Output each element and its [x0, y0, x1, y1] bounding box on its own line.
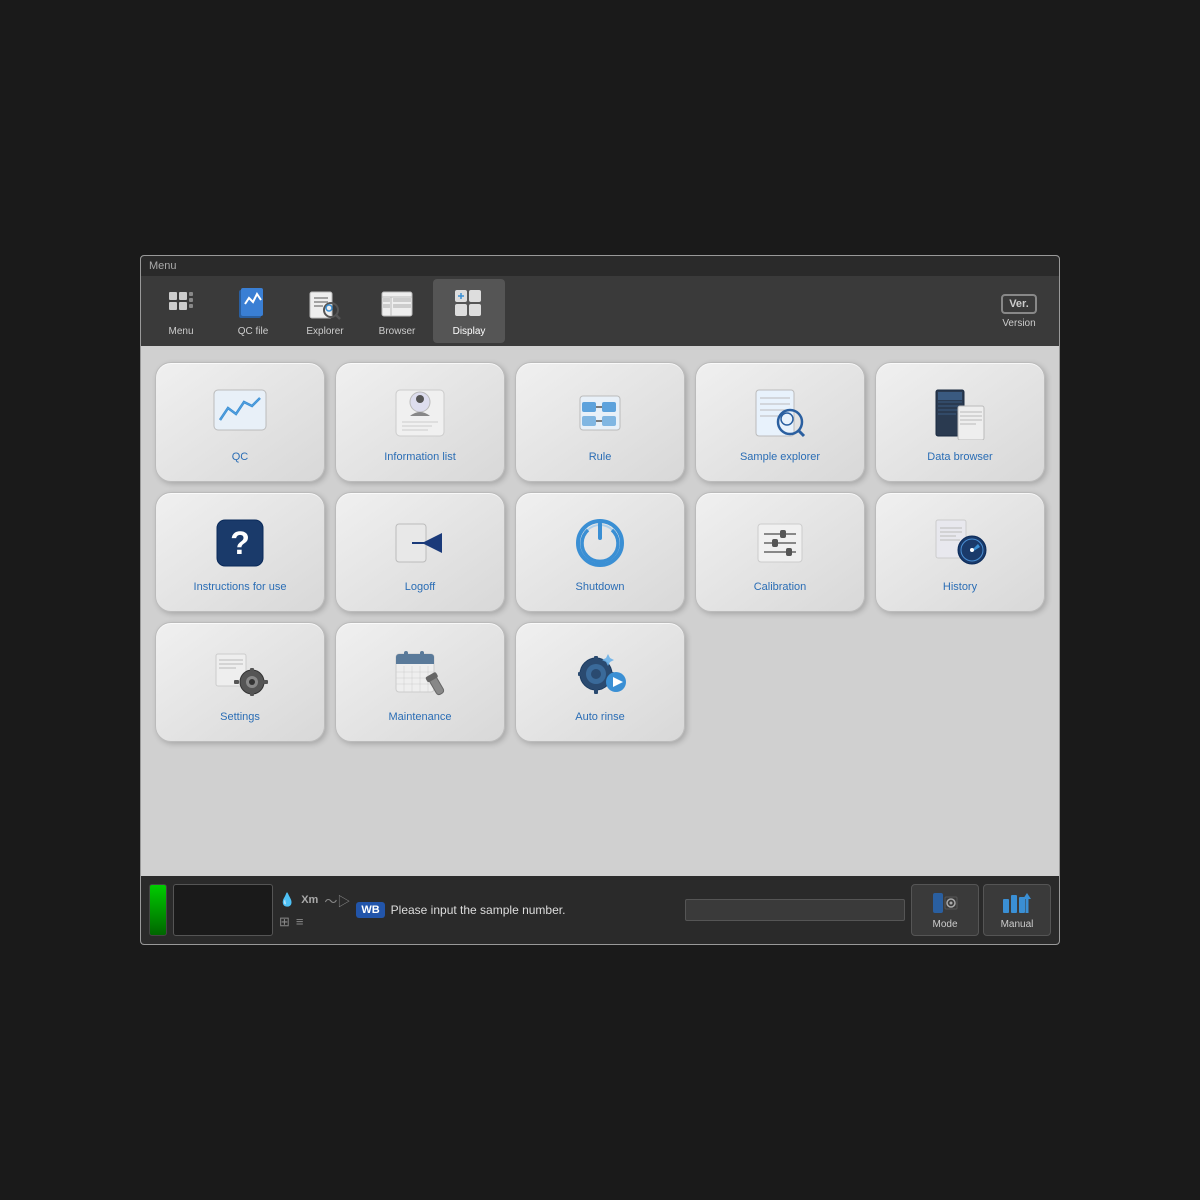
- status-icons: 💧 Xm 〜▷ ⊞ ≡: [279, 884, 350, 936]
- menu-toolbar-icon: [163, 286, 199, 322]
- sample-explorer-label: Sample explorer: [740, 451, 820, 463]
- main-content: QC Information list: [141, 346, 1059, 876]
- history-label: History: [943, 581, 977, 593]
- menu-item-history[interactable]: History: [875, 492, 1045, 612]
- menu-grid: QC Information list: [155, 362, 1045, 742]
- status-icon-row-bottom: ⊞ ≡: [279, 914, 350, 930]
- menu-item-auto-rinse[interactable]: Auto rinse: [515, 622, 685, 742]
- sample-explorer-icon: [750, 383, 810, 443]
- menu-item-information-list[interactable]: Information list: [335, 362, 505, 482]
- toolbar-item-display[interactable]: Display: [433, 279, 505, 343]
- mode-button[interactable]: Mode: [911, 884, 979, 936]
- menu-item-data-browser[interactable]: Data browser: [875, 362, 1045, 482]
- bars-icon: ≡: [296, 914, 304, 929]
- grid-small-icon: ⊞: [279, 914, 290, 930]
- calibration-label: Calibration: [754, 581, 807, 593]
- dropper-icon: 💧: [279, 892, 295, 908]
- app-window: Menu Menu: [140, 255, 1060, 945]
- rule-icon: [570, 383, 630, 443]
- qcfile-toolbar-icon: [235, 286, 271, 322]
- instructions-icon: ?: [210, 513, 270, 573]
- version-button[interactable]: Ver. Version: [983, 279, 1055, 343]
- menu-item-maintenance[interactable]: Maintenance: [335, 622, 505, 742]
- toolbar-browser-label: Browser: [379, 326, 416, 337]
- version-label: Version: [1002, 318, 1035, 329]
- status-screen: [173, 884, 273, 936]
- settings-label: Settings: [220, 711, 260, 723]
- shutdown-label: Shutdown: [576, 581, 625, 593]
- data-browser-icon: [930, 383, 990, 443]
- title-bar: Menu: [141, 256, 1059, 276]
- explorer-toolbar-icon: [307, 286, 343, 322]
- instructions-label: Instructions for use: [194, 581, 287, 593]
- status-bar: 💧 Xm 〜▷ ⊞ ≡ WB Please input the sample n…: [141, 876, 1059, 944]
- menu-item-settings[interactable]: Settings: [155, 622, 325, 742]
- settings-icon: [210, 643, 270, 703]
- version-box: Ver.: [1001, 294, 1037, 314]
- information-list-label: Information list: [384, 451, 456, 463]
- manual-button[interactable]: Manual: [983, 884, 1051, 936]
- mode-label: Mode: [932, 919, 957, 930]
- menu-item-rule[interactable]: Rule: [515, 362, 685, 482]
- rule-label: Rule: [589, 451, 612, 463]
- menu-item-qc[interactable]: QC: [155, 362, 325, 482]
- qc-icon: [210, 383, 270, 443]
- toolbar: Menu QC file: [141, 276, 1059, 346]
- status-indicator: [149, 884, 167, 936]
- toolbar-menu-label: Menu: [168, 326, 193, 337]
- status-right-buttons: Mode Manual: [911, 884, 1051, 936]
- xm-label: Xm: [301, 894, 318, 906]
- auto-rinse-label: Auto rinse: [575, 711, 625, 723]
- calibration-icon: [750, 513, 810, 573]
- auto-rinse-icon: [570, 643, 630, 703]
- browser-toolbar-icon: [379, 286, 415, 322]
- logoff-icon: [390, 513, 450, 573]
- information-list-icon: [390, 383, 450, 443]
- sample-number-input[interactable]: [685, 899, 905, 921]
- menu-item-logoff[interactable]: Logoff: [335, 492, 505, 612]
- menu-item-shutdown[interactable]: Shutdown: [515, 492, 685, 612]
- history-icon: [930, 513, 990, 573]
- logoff-label: Logoff: [405, 581, 435, 593]
- data-browser-label: Data browser: [927, 451, 992, 463]
- toolbar-display-label: Display: [453, 326, 486, 337]
- maintenance-label: Maintenance: [389, 711, 452, 723]
- toolbar-item-menu[interactable]: Menu: [145, 279, 217, 343]
- menu-item-instructions-for-use[interactable]: ? Instructions for use: [155, 492, 325, 612]
- toolbar-item-explorer[interactable]: Explorer: [289, 279, 361, 343]
- toolbar-item-qcfile[interactable]: QC file: [217, 279, 289, 343]
- toolbar-qcfile-label: QC file: [238, 326, 269, 337]
- maintenance-icon: [390, 643, 450, 703]
- toolbar-item-browser[interactable]: Browser: [361, 279, 433, 343]
- status-message: Please input the sample number.: [391, 903, 679, 917]
- menu-item-sample-explorer[interactable]: Sample explorer: [695, 362, 865, 482]
- wb-badge: WB: [356, 902, 384, 918]
- status-icon-row-top: 💧 Xm 〜▷: [279, 891, 350, 910]
- manual-label: Manual: [1001, 919, 1034, 930]
- toolbar-explorer-label: Explorer: [306, 326, 343, 337]
- display-toolbar-icon: [451, 286, 487, 322]
- svg-text:?: ?: [230, 525, 250, 561]
- shutdown-icon: [570, 513, 630, 573]
- window-title: Menu: [149, 260, 177, 272]
- qc-label: QC: [232, 451, 249, 463]
- menu-item-calibration[interactable]: Calibration: [695, 492, 865, 612]
- wave-icon: 〜▷: [324, 891, 350, 910]
